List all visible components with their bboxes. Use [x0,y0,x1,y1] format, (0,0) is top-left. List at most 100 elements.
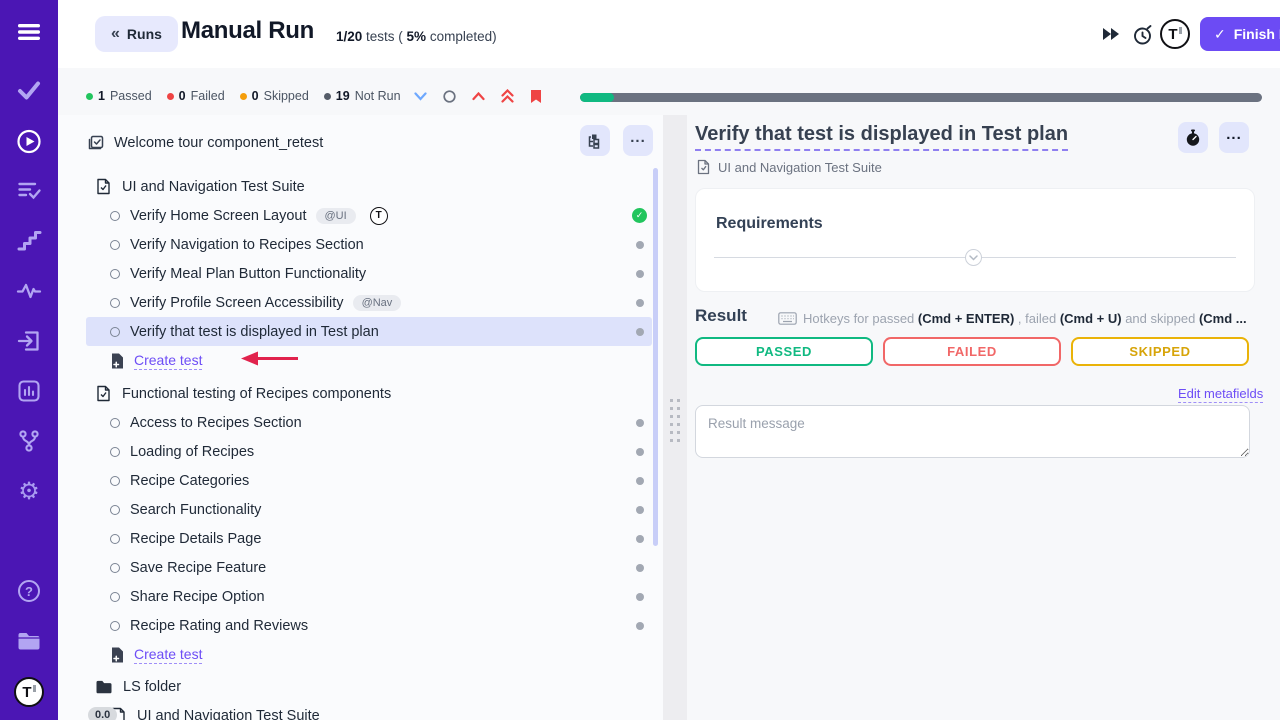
tag-badge: @UI [316,208,356,224]
settings-icon[interactable]: ⚙ [16,479,42,505]
chevrons-up-icon[interactable] [499,88,515,104]
test-circle-icon [110,269,120,279]
result-message-input[interactable] [695,405,1250,458]
test-row[interactable]: Loading of Recipes [86,437,652,466]
stopwatch-icon [1185,129,1201,147]
test-title: Loading of Recipes [130,444,254,460]
run-progress-summary: 1/20 tests ( 5% completed) [336,29,497,44]
duration-badge: 0.0 [88,707,117,720]
folder-row[interactable]: LS folder [86,672,652,701]
suite-file-icon [95,178,112,195]
skipped-count: 0Skipped [240,89,309,103]
check-icon: ✓ [1214,26,1226,43]
status-counts: 1Passed 0Failed 0Skipped 19Not Run [86,89,401,103]
test-row[interactable]: Share Recipe Option [86,582,652,611]
suite-row-partial[interactable]: 0.0 UI and Navigation Test Suite [86,701,652,720]
test-circle-icon [110,476,120,486]
hierarchy-icon [587,133,603,149]
top-bar: « Runs Manual Run 1/20 tests ( 5% comple… [58,0,1280,68]
suite-row[interactable]: Functional testing of Recipes components [86,379,652,408]
edit-metafields-link[interactable]: Edit metafields [1178,386,1263,403]
test-title: Save Recipe Feature [130,560,266,576]
test-circle-icon [110,563,120,573]
finish-run-button[interactable]: ✓ Finish Run [1200,17,1280,51]
run-progress-bar [580,93,1262,102]
test-circle-icon [110,418,120,428]
notrun-dot [324,93,331,100]
panel-splitter[interactable] [663,115,687,720]
list-check-icon[interactable] [16,177,42,203]
create-test-link[interactable]: Create test [134,352,202,370]
status-notrun-dot [636,622,644,630]
test-row[interactable]: Recipe Details Page [86,524,652,553]
test-title: Recipe Categories [130,473,249,489]
testomat-logo-icon[interactable]: T [1160,19,1190,49]
chevron-up-icon[interactable] [470,88,486,104]
test-row[interactable]: Verify Profile Screen Accessibility @Nav [86,288,652,317]
test-circle-icon [110,621,120,631]
tree-header: Welcome tour component_retest ... [86,127,653,159]
steps-icon[interactable] [16,228,42,254]
test-row[interactable]: Access to Recipes Section [86,408,652,437]
hotkeys-hint: Hotkeys for passed (Cmd + ENTER) , faile… [778,311,1248,326]
branch-icon[interactable] [16,428,42,454]
status-notrun-dot [636,328,644,336]
test-circle-icon [110,534,120,544]
test-circle-icon [110,505,120,515]
status-notrun-dot [636,535,644,543]
tree-more-button[interactable]: ... [623,125,653,156]
test-row[interactable]: Search Functionality [86,495,652,524]
tree-view-button[interactable] [580,125,610,156]
detail-more-button[interactable]: ... [1219,122,1249,153]
drag-handle-icon [670,399,680,442]
menu-icon[interactable] [16,19,42,45]
activity-icon[interactable] [16,278,42,304]
passed-count: 1Passed [86,89,152,103]
folder-title: LS folder [123,679,181,695]
testomat-logo-icon[interactable]: T [14,677,44,707]
check-icon[interactable] [16,77,42,103]
login-icon[interactable] [16,328,42,354]
keyboard-icon [778,312,797,325]
test-title: Access to Recipes Section [130,415,302,431]
suite-file-icon [95,385,112,402]
skipped-button[interactable]: SKIPPED [1071,337,1249,366]
test-row[interactable]: Verify Meal Plan Button Functionality [86,259,652,288]
suite-breadcrumb-label: UI and Navigation Test Suite [718,160,882,175]
timer-button[interactable] [1178,122,1208,153]
folder-icon [95,679,113,695]
failed-button[interactable]: FAILED [883,337,1061,366]
test-row[interactable]: Recipe Rating and Reviews [86,611,652,640]
test-row[interactable]: Save Recipe Feature [86,553,652,582]
test-row[interactable]: Verify Navigation to Recipes Section [86,230,652,259]
requirements-expand-button[interactable] [965,249,982,266]
suite-row[interactable]: UI and Navigation Test Suite [86,172,652,201]
create-test-row[interactable]: Create test [86,640,652,669]
run-checklist-icon [86,134,104,152]
retry-timer-icon[interactable] [1130,22,1156,46]
tag-badge: @Nav [353,295,402,311]
bookmark-icon[interactable] [528,88,544,104]
fast-forward-icon[interactable] [1098,22,1124,46]
status-notrun-dot [636,448,644,456]
chevron-down-icon [969,255,978,261]
chevron-down-icon[interactable] [412,88,428,104]
passed-button[interactable]: PASSED [695,337,873,366]
suite-title: UI and Navigation Test Suite [122,179,305,195]
test-row[interactable]: Verify Home Screen Layout @UI T ✓ [86,201,652,230]
create-test-link[interactable]: Create test [134,646,202,664]
tree-scrollbar-thumb[interactable] [653,168,658,546]
test-circle-icon [110,211,120,221]
back-to-runs-button[interactable]: « Runs [95,16,178,52]
requirements-card: Requirements [695,188,1255,292]
test-row[interactable]: Recipe Categories [86,466,652,495]
play-circle-icon[interactable] [16,128,42,154]
testomat-mini-logo-icon[interactable]: T [370,207,388,225]
circle-icon[interactable] [441,88,457,104]
sidebar-rail: ⚙ ? T [0,0,58,720]
test-row-selected[interactable]: Verify that test is displayed in Test pl… [86,317,652,346]
bar-chart-icon[interactable] [16,378,42,404]
folder-icon[interactable] [16,628,42,654]
help-icon[interactable]: ? [16,578,42,604]
create-test-row[interactable]: Create test [86,346,652,375]
